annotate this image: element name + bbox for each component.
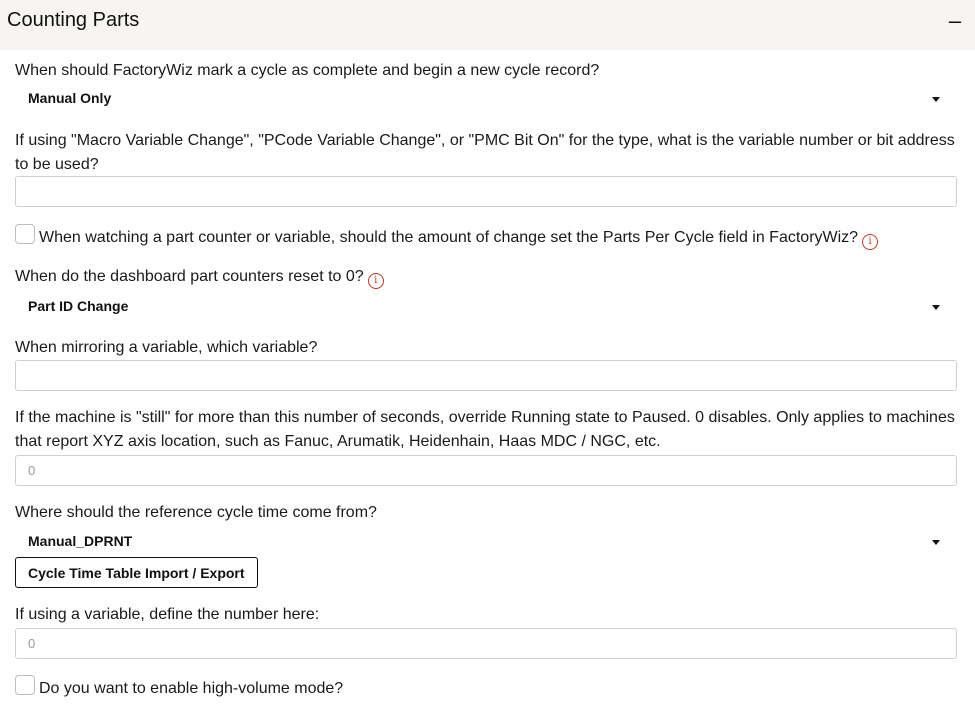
cycle-complete-select[interactable]: Manual Only	[15, 86, 957, 112]
section-header: Counting Parts –	[0, 0, 975, 50]
reference-cycle-selected: Manual_DPRNT	[28, 533, 133, 549]
counter-reset-selected: Part ID Change	[28, 298, 129, 314]
caret-down-icon	[932, 97, 940, 102]
counter-reset-question: When do the dashboard part counters rese…	[15, 268, 364, 285]
parts-per-cycle-row: When watching a part counter or variable…	[39, 226, 879, 250]
counter-reset-select[interactable]: Part ID Change	[15, 294, 957, 320]
reference-cycle-question: Where should the reference cycle time co…	[15, 504, 377, 521]
cycle-complete-selected: Manual Only	[28, 90, 112, 106]
high-volume-label: Do you want to enable high-volume mode?	[39, 680, 344, 697]
cycle-time-import-export-button[interactable]: Cycle Time Table Import / Export	[15, 557, 258, 588]
still-seconds-question: If the machine is "still" for more than …	[15, 409, 955, 450]
reference-cycle-select[interactable]: Manual_DPRNT	[15, 529, 957, 555]
section-title: Counting Parts	[7, 9, 140, 31]
variable-define-input[interactable]	[15, 628, 957, 659]
mirror-variable-input[interactable]	[15, 360, 957, 391]
still-seconds-input[interactable]	[15, 455, 957, 486]
collapse-icon[interactable]: –	[945, 8, 965, 34]
caret-down-icon	[932, 305, 940, 310]
variable-define-question: If using a variable, define the number h…	[15, 606, 320, 623]
variable-number-question: If using "Macro Variable Change", "PCode…	[15, 132, 955, 173]
parts-per-cycle-checkbox[interactable]	[15, 224, 35, 244]
parts-per-cycle-label: When watching a part counter or variable…	[39, 229, 859, 246]
variable-number-input[interactable]	[15, 176, 957, 207]
high-volume-checkbox[interactable]	[15, 675, 35, 695]
counter-reset-row: When do the dashboard part counters rese…	[15, 265, 384, 289]
caret-down-icon	[932, 540, 940, 545]
mirror-variable-question: When mirroring a variable, which variabl…	[15, 339, 318, 356]
cycle-complete-question: When should FactoryWiz mark a cycle as c…	[15, 62, 600, 79]
info-icon[interactable]: i	[862, 234, 879, 250]
info-icon[interactable]: i	[367, 273, 384, 289]
